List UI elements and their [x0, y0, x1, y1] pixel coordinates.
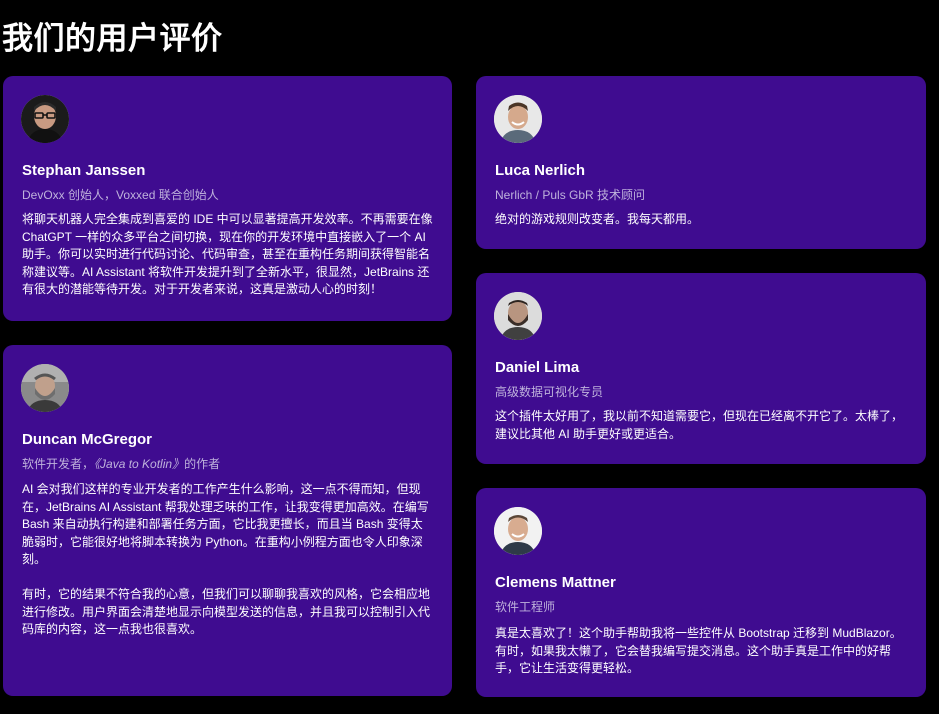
- testimonial-name: Daniel Lima: [495, 359, 580, 376]
- testimonial-role: 高级数据可视化专员: [495, 385, 604, 399]
- testimonial-quote: 绝对的游戏规则改变者。我每天都用。: [495, 212, 700, 226]
- testimonial-name: Stephan Janssen: [22, 162, 146, 179]
- quote-paragraph: 有时，它的结果不符合我的心意，但我们可以聊聊我喜欢的风格，它会相应地进行修改。用…: [22, 587, 431, 636]
- testimonial-card-daniel-lima: Daniel Lima 高级数据可视化专员 这个插件太好用了，我以前不知道需要它…: [476, 273, 926, 464]
- testimonial-name: Luca Nerlich: [495, 162, 586, 179]
- testimonial-name: Clemens Mattner: [495, 574, 616, 591]
- testimonial-role: Nerlich / Puls GbR 技术顾问: [495, 188, 646, 202]
- testimonial-quote: AI 会对我们这样的专业开发者的工作产生什么影响，这一点不得而知，但现在，Jet…: [22, 481, 434, 639]
- avatar-icon: [494, 95, 542, 143]
- book-title: 《Java to Kotlin》: [94, 457, 185, 471]
- testimonial-quote: 真是太喜欢了！这个助手帮助我将一些控件从 Bootstrap 迁移到 MudBl…: [495, 626, 902, 675]
- avatar-icon: [494, 507, 542, 555]
- testimonial-quote: 这个插件太好用了，我以前不知道需要它，但现在已经离不开它了。太棒了，建议比其他 …: [495, 409, 904, 441]
- testimonial-card-stephan-janssen: Stephan Janssen DevOxx 创始人，Voxxed 联合创始人 …: [3, 76, 452, 321]
- role-prefix: 软件开发者，: [22, 457, 95, 471]
- section-heading: 我们的用户评价: [2, 21, 223, 57]
- avatar-icon: [21, 95, 69, 143]
- avatar-icon: [494, 292, 542, 340]
- role-suffix: 的作者: [184, 457, 221, 471]
- testimonial-card-clemens-mattner: Clemens Mattner 软件工程师 真是太喜欢了！这个助手帮助我将一些控…: [476, 488, 926, 697]
- testimonials-section: 我们的用户评价 Stephan Janssen DevOxx 创始人，Voxxe…: [0, 0, 939, 714]
- testimonial-name: Duncan McGregor: [22, 431, 153, 448]
- testimonial-role: 软件工程师: [495, 600, 556, 614]
- testimonial-role: DevOxx 创始人，Voxxed 联合创始人: [22, 188, 219, 202]
- testimonial-quote: 将聊天机器人完全集成到喜爱的 IDE 中可以显著提高开发效率。不再需要在像 Ch…: [22, 212, 433, 296]
- testimonial-card-luca-nerlich: Luca Nerlich Nerlich / Puls GbR 技术顾问 绝对的…: [476, 76, 926, 249]
- quote-paragraph: AI 会对我们这样的专业开发者的工作产生什么影响，这一点不得而知，但现在，Jet…: [22, 482, 429, 566]
- testimonial-role: 软件开发者，《Java to Kotlin》的作者: [22, 455, 220, 472]
- avatar-icon: [21, 364, 69, 412]
- testimonial-card-duncan-mcgregor: Duncan McGregor 软件开发者，《Java to Kotlin》的作…: [3, 345, 452, 696]
